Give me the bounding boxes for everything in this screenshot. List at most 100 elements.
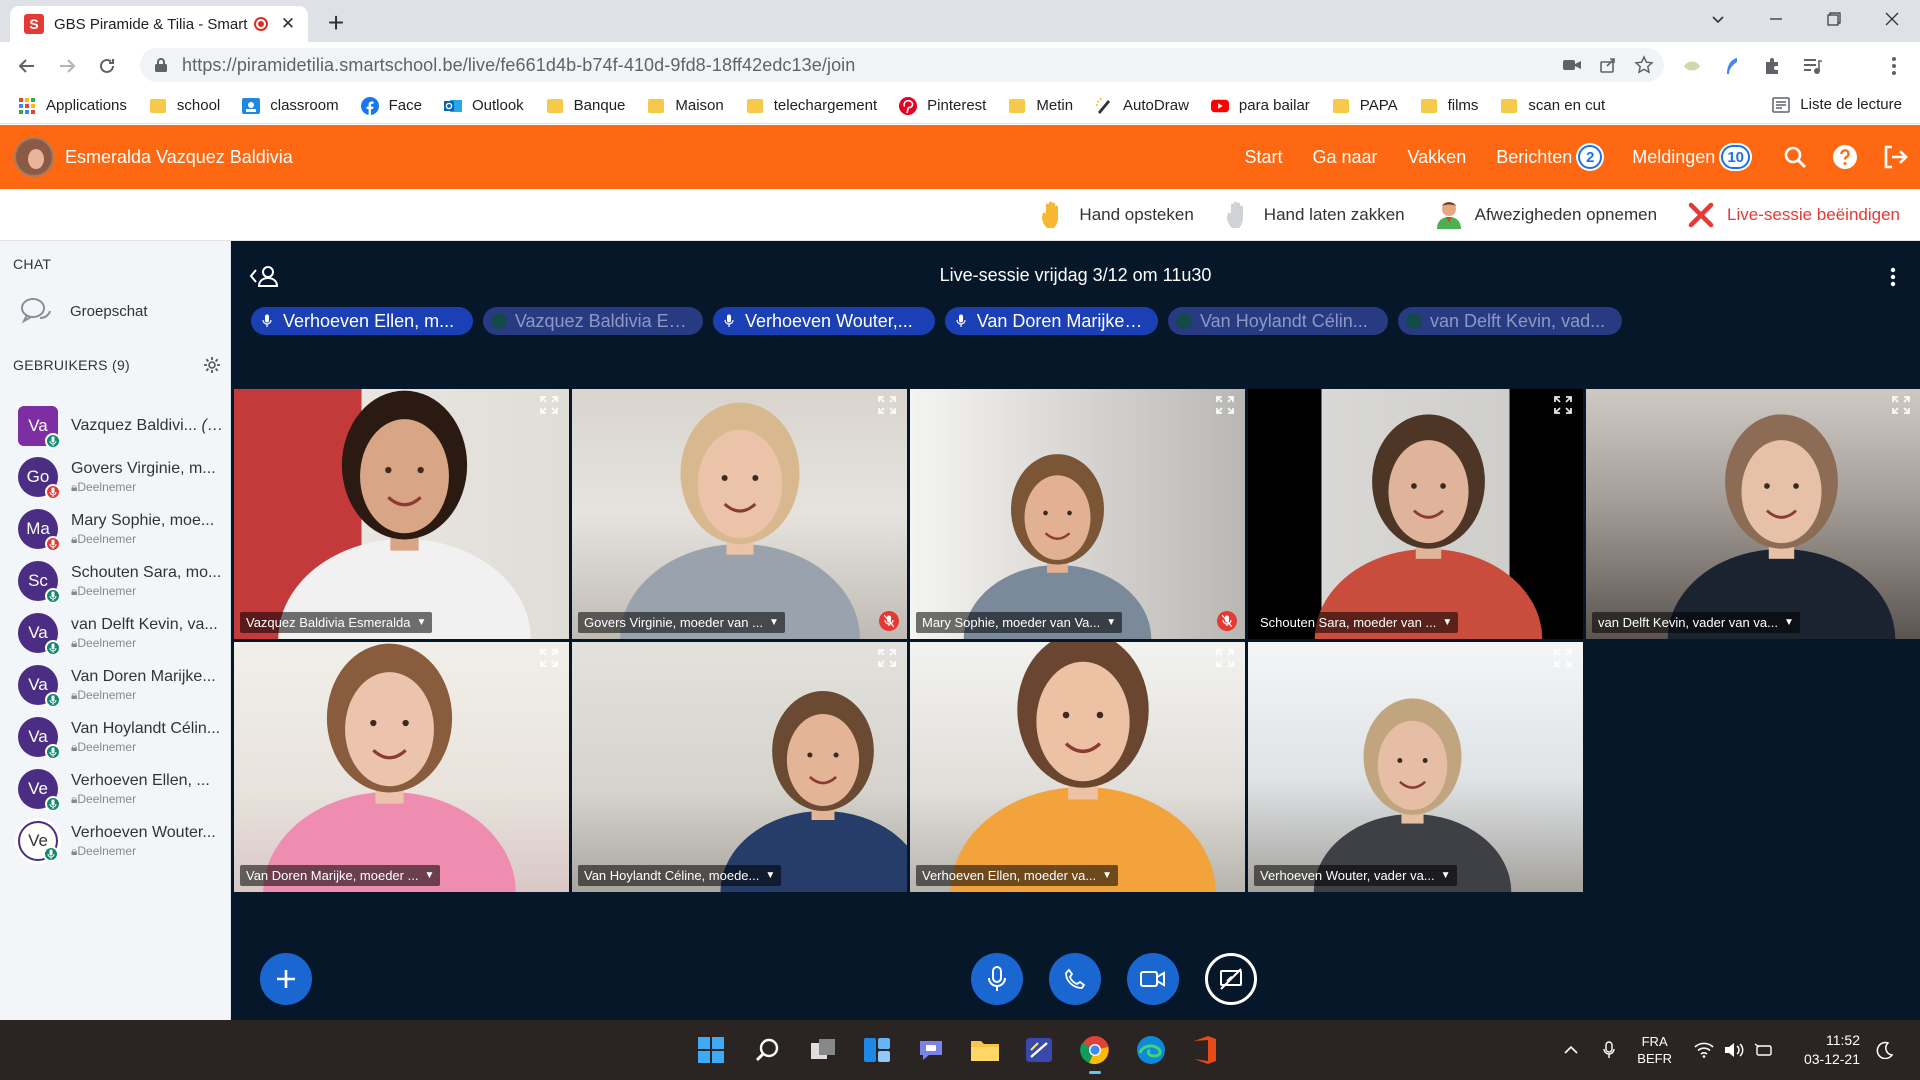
close-window-button[interactable]: [1864, 0, 1920, 38]
taskbar-search-icon[interactable]: [748, 1032, 786, 1068]
user-name[interactable]: Esmeralda Vazquez Baldivia: [65, 147, 293, 168]
talking-indicator[interactable]: Verhoeven Wouter,...: [713, 307, 935, 335]
talking-indicator[interactable]: van Delft Kevin, vad...: [1398, 307, 1622, 335]
fullscreen-expand-icon[interactable]: [1215, 648, 1237, 670]
task-view-icon[interactable]: [804, 1032, 842, 1068]
nav-berichten[interactable]: Berichten 2: [1496, 145, 1603, 169]
bookmark-telechargement[interactable]: telechargement: [746, 97, 877, 114]
close-tab-icon[interactable]: ✕: [278, 14, 298, 34]
user-list-item[interactable]: Ma Mary Sophie, moe... 🔒︎Deelnemer: [18, 502, 228, 556]
share-icon[interactable]: [1592, 49, 1624, 81]
widgets-icon[interactable]: [858, 1032, 896, 1068]
media-queue-icon[interactable]: [1797, 51, 1827, 81]
fullscreen-expand-icon[interactable]: [877, 395, 899, 417]
settings-gear-icon[interactable]: [203, 356, 221, 374]
participant-video-tile[interactable]: Verhoeven Wouter, vader va... ▼: [1248, 642, 1583, 892]
bookmark-school[interactable]: school: [149, 97, 220, 114]
tab-search-icon[interactable]: [1690, 0, 1746, 38]
screenshare-button[interactable]: [1205, 953, 1257, 1005]
actions-plus-button[interactable]: [260, 953, 312, 1005]
extensions-puzzle-icon[interactable]: [1757, 51, 1787, 81]
participant-name-label[interactable]: Van Hoylandt Céline, moede... ▼: [578, 865, 782, 886]
participant-video-tile[interactable]: Schouten Sara, moeder van ... ▼: [1248, 389, 1583, 639]
bookmark-films[interactable]: films: [1420, 97, 1478, 114]
bookmark-classroom[interactable]: classroom: [242, 97, 339, 114]
wifi-icon[interactable]: [1694, 1042, 1714, 1058]
office-icon[interactable]: [1186, 1032, 1224, 1068]
bookmark-outlook[interactable]: Outlook: [443, 97, 524, 114]
raise-hand-button[interactable]: Hand opsteken: [1039, 199, 1194, 231]
user-list-item[interactable]: Ve Verhoeven Wouter... 🔒︎Deelnemer: [18, 814, 228, 868]
nav-meldingen[interactable]: Meldingen 10: [1632, 145, 1750, 169]
group-chat-item[interactable]: Groepschat: [20, 296, 148, 326]
bookmark-autodraw[interactable]: AutoDraw: [1095, 97, 1189, 114]
bookmark-metin[interactable]: Metin: [1008, 97, 1073, 114]
talking-indicator[interactable]: Van Hoylandt Célin...: [1168, 307, 1388, 335]
extension-leaf-icon[interactable]: [1677, 51, 1707, 81]
fullscreen-expand-icon[interactable]: [1553, 395, 1575, 417]
file-explorer-icon[interactable]: [966, 1032, 1004, 1068]
participant-name-label[interactable]: Vazquez Baldivia Esmeralda ▼: [240, 612, 433, 633]
user-list-item[interactable]: Sc Schouten Sara, mo... 🔒︎Deelnemer: [18, 554, 228, 608]
bookmark-face[interactable]: Face: [360, 96, 422, 115]
participant-video-tile[interactable]: Mary Sophie, moeder van Va... ▼: [910, 389, 1245, 639]
chrome-icon[interactable]: [1076, 1032, 1114, 1074]
bookmark-star-icon[interactable]: [1628, 49, 1660, 81]
logout-icon[interactable]: [1880, 142, 1910, 172]
whiteboard-app-icon[interactable]: [1020, 1032, 1058, 1068]
participant-video-tile[interactable]: van Delft Kevin, vader van va... ▼: [1586, 389, 1920, 639]
bookmark-papa[interactable]: PAPA: [1332, 97, 1398, 114]
talking-indicator[interactable]: Vazquez Baldivia Es...: [483, 307, 703, 335]
camera-button[interactable]: [1127, 953, 1179, 1005]
browser-menu-icon[interactable]: [1879, 51, 1909, 81]
windows-start-icon[interactable]: [692, 1032, 730, 1068]
restore-button[interactable]: [1806, 0, 1862, 38]
participant-name-label[interactable]: Govers Virginie, moeder van ... ▼: [578, 612, 785, 633]
user-list-item[interactable]: Va Van Hoylandt Célin... 🔒︎Deelnemer: [18, 710, 228, 764]
take-attendance-button[interactable]: Afwezigheden opnemen: [1435, 199, 1657, 231]
fullscreen-expand-icon[interactable]: [877, 648, 899, 670]
user-list-item[interactable]: Ve Verhoeven Ellen, ... 🔒︎Deelnemer: [18, 762, 228, 816]
nav-start[interactable]: Start: [1244, 147, 1282, 168]
system-clock[interactable]: 11:52 03-12-21: [1804, 1031, 1860, 1069]
fullscreen-expand-icon[interactable]: [1891, 395, 1913, 417]
participant-video-tile[interactable]: Govers Virginie, moeder van ... ▼: [572, 389, 907, 639]
lower-hand-button[interactable]: Hand laten zakken: [1224, 199, 1405, 231]
fullscreen-expand-icon[interactable]: [539, 395, 561, 417]
nav-vakken[interactable]: Vakken: [1408, 147, 1467, 168]
participant-video-tile[interactable]: Vazquez Baldivia Esmeralda ▼: [234, 389, 569, 639]
fullscreen-expand-icon[interactable]: [1215, 395, 1237, 417]
back-button[interactable]: [9, 48, 45, 84]
teams-chat-icon[interactable]: [912, 1032, 950, 1068]
participant-video-tile[interactable]: Van Doren Marijke, moeder ... ▼: [234, 642, 569, 892]
input-language-indicator[interactable]: FRA BEFR: [1637, 1033, 1672, 1067]
user-avatar[interactable]: [14, 137, 54, 177]
user-list-item[interactable]: Va Vazquez Baldivi... (U): [18, 399, 228, 453]
fullscreen-expand-icon[interactable]: [1553, 648, 1575, 670]
user-list-item[interactable]: Va van Delft Kevin, va... 🔒︎Deelnemer: [18, 606, 228, 660]
participant-name-label[interactable]: Mary Sophie, moeder van Va... ▼: [916, 612, 1123, 633]
bookmark-maison[interactable]: Maison: [647, 97, 724, 114]
participant-name-label[interactable]: Verhoeven Ellen, moeder va... ▼: [916, 865, 1119, 886]
new-tab-button[interactable]: +: [318, 5, 354, 41]
bookmark-banque[interactable]: Banque: [546, 97, 625, 114]
forward-button[interactable]: [49, 48, 85, 84]
participant-name-label[interactable]: Verhoeven Wouter, vader va... ▼: [1254, 865, 1457, 886]
fullscreen-expand-icon[interactable]: [539, 648, 561, 670]
minimize-button[interactable]: [1748, 0, 1804, 38]
options-menu-icon[interactable]: [1890, 267, 1896, 287]
talking-indicator[interactable]: Van Doren Marijke, ...: [945, 307, 1158, 335]
focus-assist-moon-icon[interactable]: [1876, 1041, 1894, 1059]
talking-indicator[interactable]: Verhoeven Ellen, m...: [251, 307, 473, 335]
participant-name-label[interactable]: Van Doren Marijke, moeder ... ▼: [240, 865, 441, 886]
battery-icon[interactable]: [1754, 1042, 1774, 1058]
camera-in-use-icon[interactable]: [1556, 49, 1588, 81]
microphone-button[interactable]: [971, 953, 1023, 1005]
bookmark-pinterest[interactable]: Pinterest: [899, 96, 986, 115]
bookmark-applications[interactable]: Applications: [18, 97, 127, 114]
browser-tab[interactable]: S GBS Piramide & Tilia - Smart ✕: [10, 6, 308, 42]
nav-ga-naar[interactable]: Ga naar: [1312, 147, 1377, 168]
bookmark-para-bailar[interactable]: para bailar: [1210, 97, 1310, 114]
show-hidden-icons-chevron-icon[interactable]: [1563, 1044, 1579, 1056]
participant-video-tile[interactable]: Verhoeven Ellen, moeder va... ▼: [910, 642, 1245, 892]
